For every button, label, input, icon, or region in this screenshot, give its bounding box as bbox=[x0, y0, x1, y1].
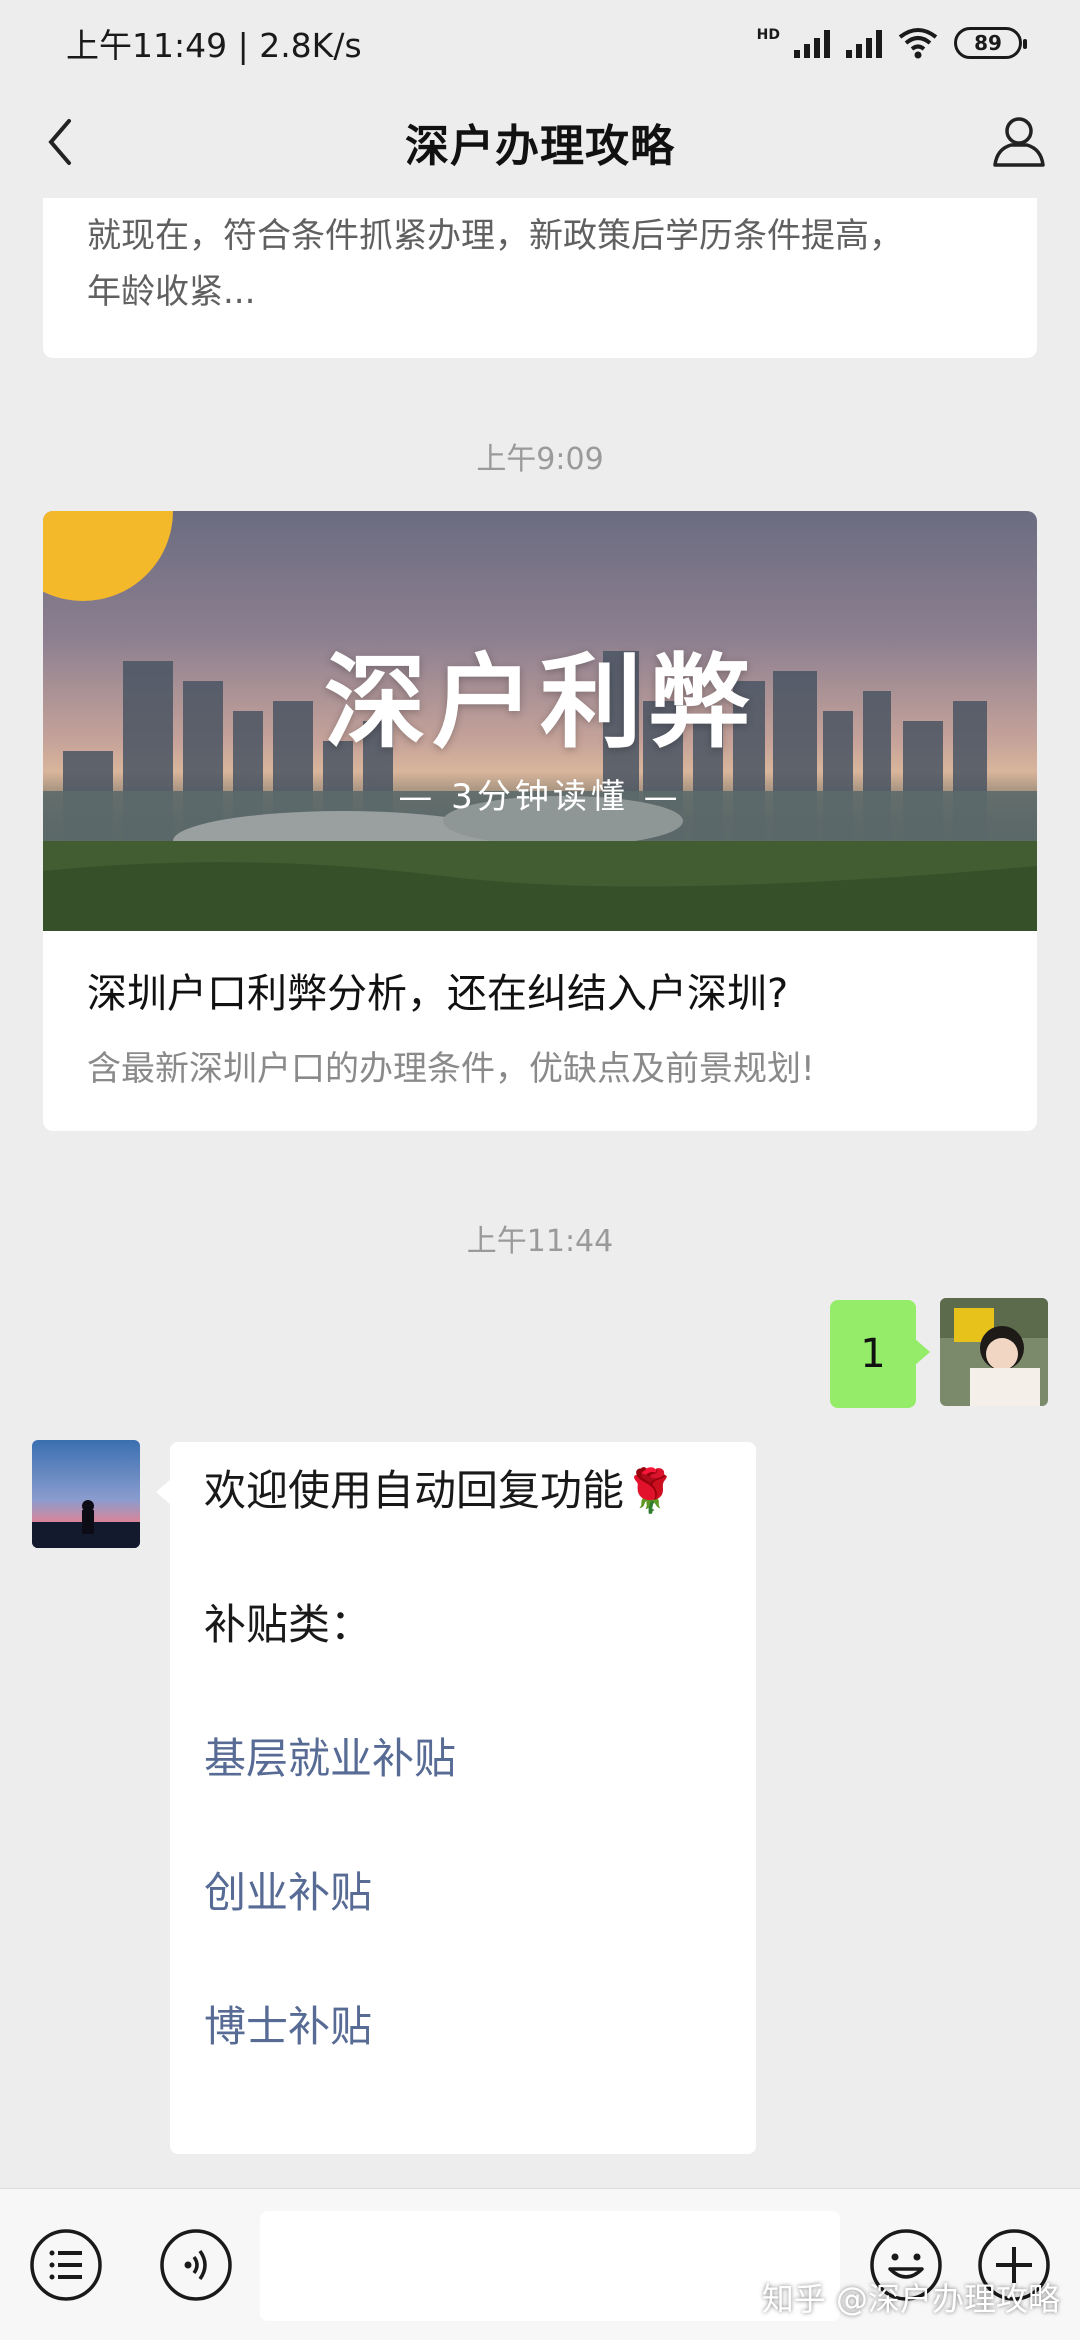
chat-area[interactable]: 就现在，符合条件抓紧办理，新政策后学历条件提高， 年龄收紧... 上午9:09 bbox=[0, 198, 1080, 2188]
link-grassroots-employment-subsidy[interactable]: 基层就业补贴 bbox=[204, 1734, 456, 1784]
previous-article-text-line1: 就现在，符合条件抓紧办理，新政策后学历条件提高， bbox=[87, 216, 903, 256]
menu-button[interactable] bbox=[28, 2227, 104, 2303]
my-avatar[interactable] bbox=[940, 1298, 1048, 1406]
input-bar: 知乎 @深户办理攻略 bbox=[0, 2188, 1080, 2340]
article-description: 含最新深圳户口的办理条件，优缺点及前景规划! bbox=[87, 1049, 815, 1089]
battery-indicator: 89 bbox=[954, 27, 1027, 59]
auto-reply-bubble: 欢迎使用自动回复功能🌹 补贴类： 基层就业补贴 创业补贴 博士补贴 bbox=[156, 1442, 756, 2154]
back-button[interactable] bbox=[28, 110, 92, 174]
official-account-avatar[interactable] bbox=[32, 1440, 140, 1548]
article-card[interactable]: 深户利弊 — 3分钟读懂 — 深圳户口利弊分析，还在纠结入户深圳? 含最新深圳户… bbox=[43, 511, 1037, 1131]
auto-reply-greeting: 欢迎使用自动回复功能🌹 bbox=[204, 1466, 676, 1516]
message-input[interactable] bbox=[260, 2211, 840, 2321]
sent-message-text: 1 bbox=[860, 1331, 886, 1377]
menu-list-icon bbox=[30, 2229, 102, 2301]
link-entrepreneurship-subsidy[interactable]: 创业补贴 bbox=[204, 1868, 372, 1918]
banner-title: 深户利弊 bbox=[324, 644, 756, 763]
timestamp: 上午9:09 bbox=[476, 442, 604, 477]
article-banner-image: 深户利弊 — 3分钟读懂 — bbox=[43, 511, 1037, 931]
rose-icon: 🌹 bbox=[624, 1466, 677, 1515]
link-doctorate-subsidy[interactable]: 博士补贴 bbox=[204, 2002, 372, 2052]
status-time: 上午11:49 | 2.8K/s bbox=[66, 26, 362, 65]
timestamp-2: 上午11:44 bbox=[466, 1224, 614, 1259]
page-title: 深户办理攻略 bbox=[405, 121, 675, 172]
article-title: 深圳户口利弊分析，还在纠结入户深圳? bbox=[87, 971, 789, 1017]
auto-reply-category: 补贴类： bbox=[204, 1600, 373, 1649]
signal-icon bbox=[794, 28, 830, 58]
hd-label: HD bbox=[756, 27, 780, 43]
nav-bar: 深户办理攻略 bbox=[0, 86, 1080, 198]
chevron-left-icon bbox=[48, 119, 71, 165]
profile-button[interactable] bbox=[984, 106, 1054, 176]
voice-icon bbox=[160, 2229, 232, 2301]
sent-message-bubble[interactable]: 1 bbox=[830, 1300, 930, 1408]
status-icons: HD 89 bbox=[756, 27, 1027, 59]
auto-reply-greeting-text: 欢迎使用自动回复功能 bbox=[204, 1466, 625, 1515]
status-bar: 上午11:49 | 2.8K/s HD 89 bbox=[0, 0, 1080, 86]
banner-subtitle: — 3分钟读懂 — bbox=[398, 777, 682, 817]
previous-article-card[interactable]: 就现在，符合条件抓紧办理，新政策后学历条件提高， 年龄收紧... bbox=[43, 198, 1037, 358]
battery-level: 89 bbox=[974, 31, 1002, 55]
watermark: 知乎 @深户办理攻略 bbox=[761, 2280, 1060, 2318]
wifi-icon bbox=[898, 28, 938, 59]
user-icon bbox=[993, 117, 1045, 167]
previous-article-text-line2: 年龄收紧... bbox=[87, 272, 256, 312]
voice-button[interactable] bbox=[158, 2227, 234, 2303]
signal-icon-2 bbox=[846, 28, 882, 58]
